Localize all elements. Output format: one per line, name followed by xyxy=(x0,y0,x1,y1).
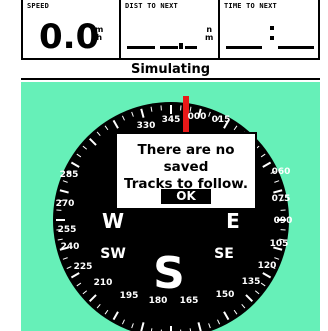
cardinal-sw: SW xyxy=(100,246,126,262)
dash-1 xyxy=(127,46,155,49)
tick-label-270: 270 xyxy=(56,199,75,209)
tick-label-210: 210 xyxy=(94,278,113,288)
dialog-line-1: There are no saved xyxy=(137,142,235,175)
tick-label-120: 120 xyxy=(258,261,277,271)
tick-label-240: 240 xyxy=(61,242,80,252)
dash-2 xyxy=(160,46,178,49)
time-dashes xyxy=(226,26,314,49)
status-bar: Simulating xyxy=(21,60,320,80)
tick-label-150: 150 xyxy=(216,290,235,300)
tick-label-135: 135 xyxy=(242,277,261,287)
cardinal-s: S xyxy=(153,248,185,299)
data-fields: SPEED 0.0 m h DIST TO NEXT n m TIME TO N… xyxy=(21,0,320,60)
time-to-next-label: TIME TO NEXT xyxy=(224,2,277,10)
ok-button[interactable]: OK xyxy=(161,189,211,204)
speed-unit-bottom: h xyxy=(96,33,103,42)
time-dash-2 xyxy=(278,46,314,49)
tick-label-075: 075 xyxy=(272,194,291,204)
tick-label-060: 060 xyxy=(272,167,291,177)
gps-screen: SPEED 0.0 m h DIST TO NEXT n m TIME TO N… xyxy=(21,0,320,331)
tick-label-255: 255 xyxy=(58,225,77,235)
speed-field[interactable]: SPEED 0.0 m h xyxy=(21,0,121,60)
cardinal-e: E xyxy=(226,209,240,233)
dist-to-next-label: DIST TO NEXT xyxy=(125,2,178,10)
time-to-next-field[interactable]: TIME TO NEXT xyxy=(220,0,320,60)
dist-unit-bottom: m xyxy=(205,33,214,42)
message-dialog: There are no saved Tracks to follow. OK xyxy=(115,132,257,210)
status-text: Simulating xyxy=(130,61,211,77)
dist-to-next-field[interactable]: DIST TO NEXT n m xyxy=(121,0,220,60)
colon-bottom xyxy=(270,36,274,40)
speed-unit: m h xyxy=(95,26,103,42)
colon-top xyxy=(270,26,274,30)
time-dash-1 xyxy=(226,46,262,49)
dist-dashes xyxy=(127,43,197,49)
cardinal-se: SE xyxy=(214,246,234,262)
tick-label-285: 285 xyxy=(60,170,79,180)
tick-label-345: 345 xyxy=(162,115,181,125)
dash-4 xyxy=(185,46,197,49)
tick-label-000: 000 xyxy=(188,112,207,122)
dist-unit: n m xyxy=(205,26,213,42)
tick-label-225: 225 xyxy=(74,262,93,272)
tick-label-090: 090 xyxy=(274,216,293,226)
tick-label-195: 195 xyxy=(120,291,139,301)
tick-label-330: 330 xyxy=(137,121,156,131)
tick-label-015: 015 xyxy=(212,115,231,125)
speed-value: 0.0 xyxy=(39,17,100,57)
dash-3 xyxy=(179,43,183,49)
cardinal-w: W xyxy=(102,209,124,233)
tick-label-105: 105 xyxy=(270,239,289,249)
speed-label: SPEED xyxy=(27,2,50,10)
dialog-message: There are no saved Tracks to follow. xyxy=(117,142,255,193)
